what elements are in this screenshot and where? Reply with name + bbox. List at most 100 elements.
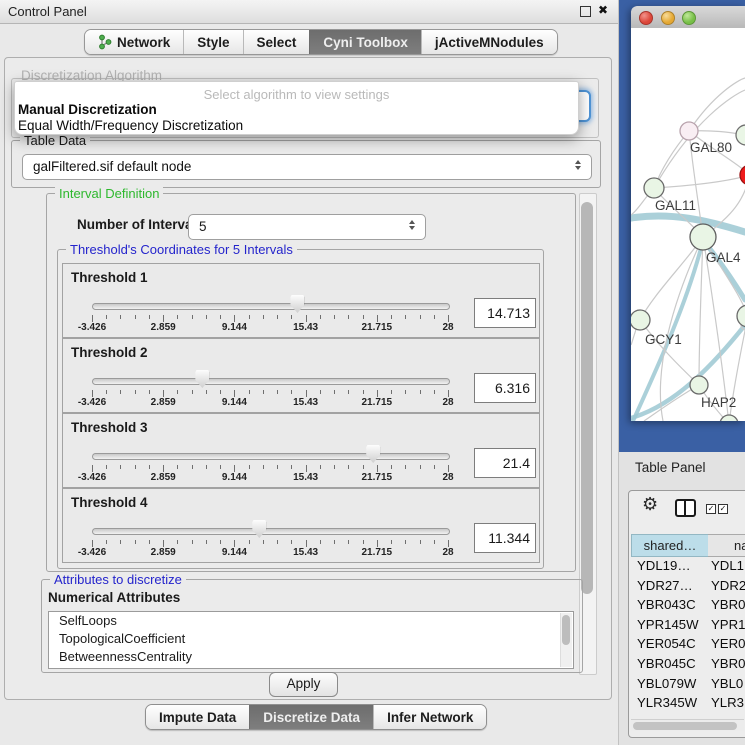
network-node-h[interactable] xyxy=(737,305,745,327)
list-vertical-scrollbar[interactable] xyxy=(560,613,572,667)
scrollbar-thumb[interactable] xyxy=(581,202,593,594)
cell-shared-name: YER054C xyxy=(631,636,711,651)
column-header-name[interactable]: na xyxy=(708,534,745,557)
threshold-slider-track[interactable] xyxy=(92,378,450,385)
slider-tick-label: 15.43 xyxy=(281,397,331,408)
table-horizontal-scrollbar[interactable] xyxy=(631,719,744,731)
zoom-traffic-light-icon[interactable] xyxy=(682,11,696,25)
tab-label: Cyni Toolbox xyxy=(323,35,408,50)
threshold-value-field[interactable]: 11.344 xyxy=(474,523,536,553)
cell-name: YER0 xyxy=(711,636,745,651)
slider-major-tick xyxy=(306,390,307,397)
scrollbar-thumb[interactable] xyxy=(562,615,570,645)
table-data-combo[interactable]: galFiltered.sif default node xyxy=(22,154,592,180)
threshold-value-field[interactable]: 6.316 xyxy=(474,373,536,403)
attribute-list-item[interactable]: BetweennessCentrality xyxy=(49,648,573,666)
network-node-hap2[interactable] xyxy=(690,376,708,394)
attribute-list-item[interactable]: SelfLoops xyxy=(49,612,573,630)
table-row[interactable]: YBR043CYBR0 xyxy=(631,597,745,617)
table-row[interactable]: YBL079WYBL0 xyxy=(631,676,745,696)
columns-icon[interactable] xyxy=(675,499,696,517)
slider-minor-tick xyxy=(206,540,207,544)
table-row[interactable]: YPR145WYPR1 xyxy=(631,617,745,637)
attribute-list-item[interactable]: TopologicalCoefficient xyxy=(49,630,573,648)
threshold-slider-handle[interactable] xyxy=(290,295,304,313)
slider-major-tick xyxy=(377,465,378,472)
network-node-gal80[interactable] xyxy=(680,122,698,140)
tab-discretize-data[interactable]: Discretize Data xyxy=(249,705,373,729)
tab-label: Discretize Data xyxy=(263,710,360,725)
network-node-gal4[interactable] xyxy=(690,224,716,250)
gear-icon[interactable]: ⚙ xyxy=(642,494,658,515)
slider-minor-tick xyxy=(177,465,178,469)
apply-button[interactable]: Apply xyxy=(269,672,338,697)
numerical-attributes-list[interactable]: SelfLoopsTopologicalCoefficientBetweenne… xyxy=(48,611,574,669)
tab-infer-network[interactable]: Infer Network xyxy=(373,705,486,729)
network-node-gal11[interactable] xyxy=(644,178,664,198)
close-icon[interactable]: ✖ xyxy=(598,3,608,17)
slider-minor-tick xyxy=(405,540,406,544)
tab-select[interactable]: Select xyxy=(243,30,310,54)
cyni-toolbox-panel: Discretization Algorithm Select algorith… xyxy=(4,57,612,700)
slider-major-tick xyxy=(92,465,93,472)
checkbox-icon[interactable]: ✓ xyxy=(706,504,716,514)
interval-definition-group: Interval Definition Number of Intervals … xyxy=(46,193,576,572)
checkbox-icon[interactable]: ✓ xyxy=(718,504,728,514)
slider-minor-tick xyxy=(120,315,121,319)
cell-shared-name: YIL052C xyxy=(631,715,711,718)
slider-tick-label: 2.859 xyxy=(138,322,188,333)
threshold-value-field[interactable]: 21.4 xyxy=(474,448,536,478)
slider-minor-tick xyxy=(220,390,221,394)
network-canvas[interactable]: GAL80GCGAL11GAL4GCY1HHAP2 xyxy=(631,28,745,421)
slider-minor-tick xyxy=(277,390,278,394)
slider-minor-tick xyxy=(434,390,435,394)
table-row[interactable]: YDR27…YDR2 xyxy=(631,578,745,598)
tab-impute-data[interactable]: Impute Data xyxy=(146,705,249,729)
slider-minor-tick xyxy=(405,315,406,319)
tab-jactivemnodules[interactable]: jActiveMNodules xyxy=(421,30,557,54)
slider-minor-tick xyxy=(434,465,435,469)
threshold-slider-handle[interactable] xyxy=(252,520,266,538)
network-node-g[interactable] xyxy=(736,125,745,145)
threshold-slider-track[interactable] xyxy=(92,303,450,310)
threshold-value-field[interactable]: 14.713 xyxy=(474,298,536,328)
number-of-intervals-combo[interactable]: 5 xyxy=(188,214,426,240)
float-window-icon[interactable] xyxy=(580,6,591,17)
tab-style[interactable]: Style xyxy=(183,30,242,54)
slider-minor-tick xyxy=(420,465,421,469)
network-window-titlebar[interactable] xyxy=(631,6,745,29)
slider-minor-tick xyxy=(434,315,435,319)
table-row[interactable]: YER054CYER0 xyxy=(631,636,745,656)
threshold-slider-handle[interactable] xyxy=(195,370,209,388)
slider-minor-tick xyxy=(249,315,250,319)
network-view-window[interactable]: GAL80GCGAL11GAL4GCY1HHAP2 xyxy=(631,6,745,421)
slider-minor-tick xyxy=(149,540,150,544)
tab-cyni-toolbox[interactable]: Cyni Toolbox xyxy=(309,30,421,54)
slider-minor-tick xyxy=(206,390,207,394)
network-node[interactable] xyxy=(720,415,738,421)
cell-name: YIL0 xyxy=(711,715,738,718)
cell-name: YLR3 xyxy=(711,695,744,710)
threshold-slider-track[interactable] xyxy=(92,528,450,535)
table-row[interactable]: YDL19…YDL1 xyxy=(631,558,745,578)
tab-network[interactable]: Network xyxy=(85,30,183,54)
table-body: YDL19…YDL1YDR27…YDR2YBR043CYBR0YPR145WYP… xyxy=(631,558,745,718)
slider-major-tick xyxy=(234,540,235,547)
tab-label: Infer Network xyxy=(387,710,473,725)
threshold-slider-track[interactable] xyxy=(92,453,450,460)
column-header-shared-name[interactable]: shared… xyxy=(631,534,709,557)
slider-minor-tick xyxy=(120,390,121,394)
table-row[interactable]: YIL052CYIL0 xyxy=(631,715,745,718)
table-row[interactable]: YLR345WYLR3 xyxy=(631,695,745,715)
slider-major-tick xyxy=(163,540,164,547)
close-traffic-light-icon[interactable] xyxy=(639,11,653,25)
algorithm-option-manual[interactable]: Manual Discretization xyxy=(18,102,157,117)
network-node-gcy1[interactable] xyxy=(631,310,650,330)
slider-tick-label: 15.43 xyxy=(281,472,331,483)
table-row[interactable]: YBR045CYBR0 xyxy=(631,656,745,676)
minimize-traffic-light-icon[interactable] xyxy=(661,11,675,25)
slider-minor-tick xyxy=(405,465,406,469)
scrollbar-thumb[interactable] xyxy=(633,722,737,730)
algorithm-option-equal-width[interactable]: Equal Width/Frequency Discretization xyxy=(18,118,243,133)
threshold-slider-handle[interactable] xyxy=(366,445,380,463)
